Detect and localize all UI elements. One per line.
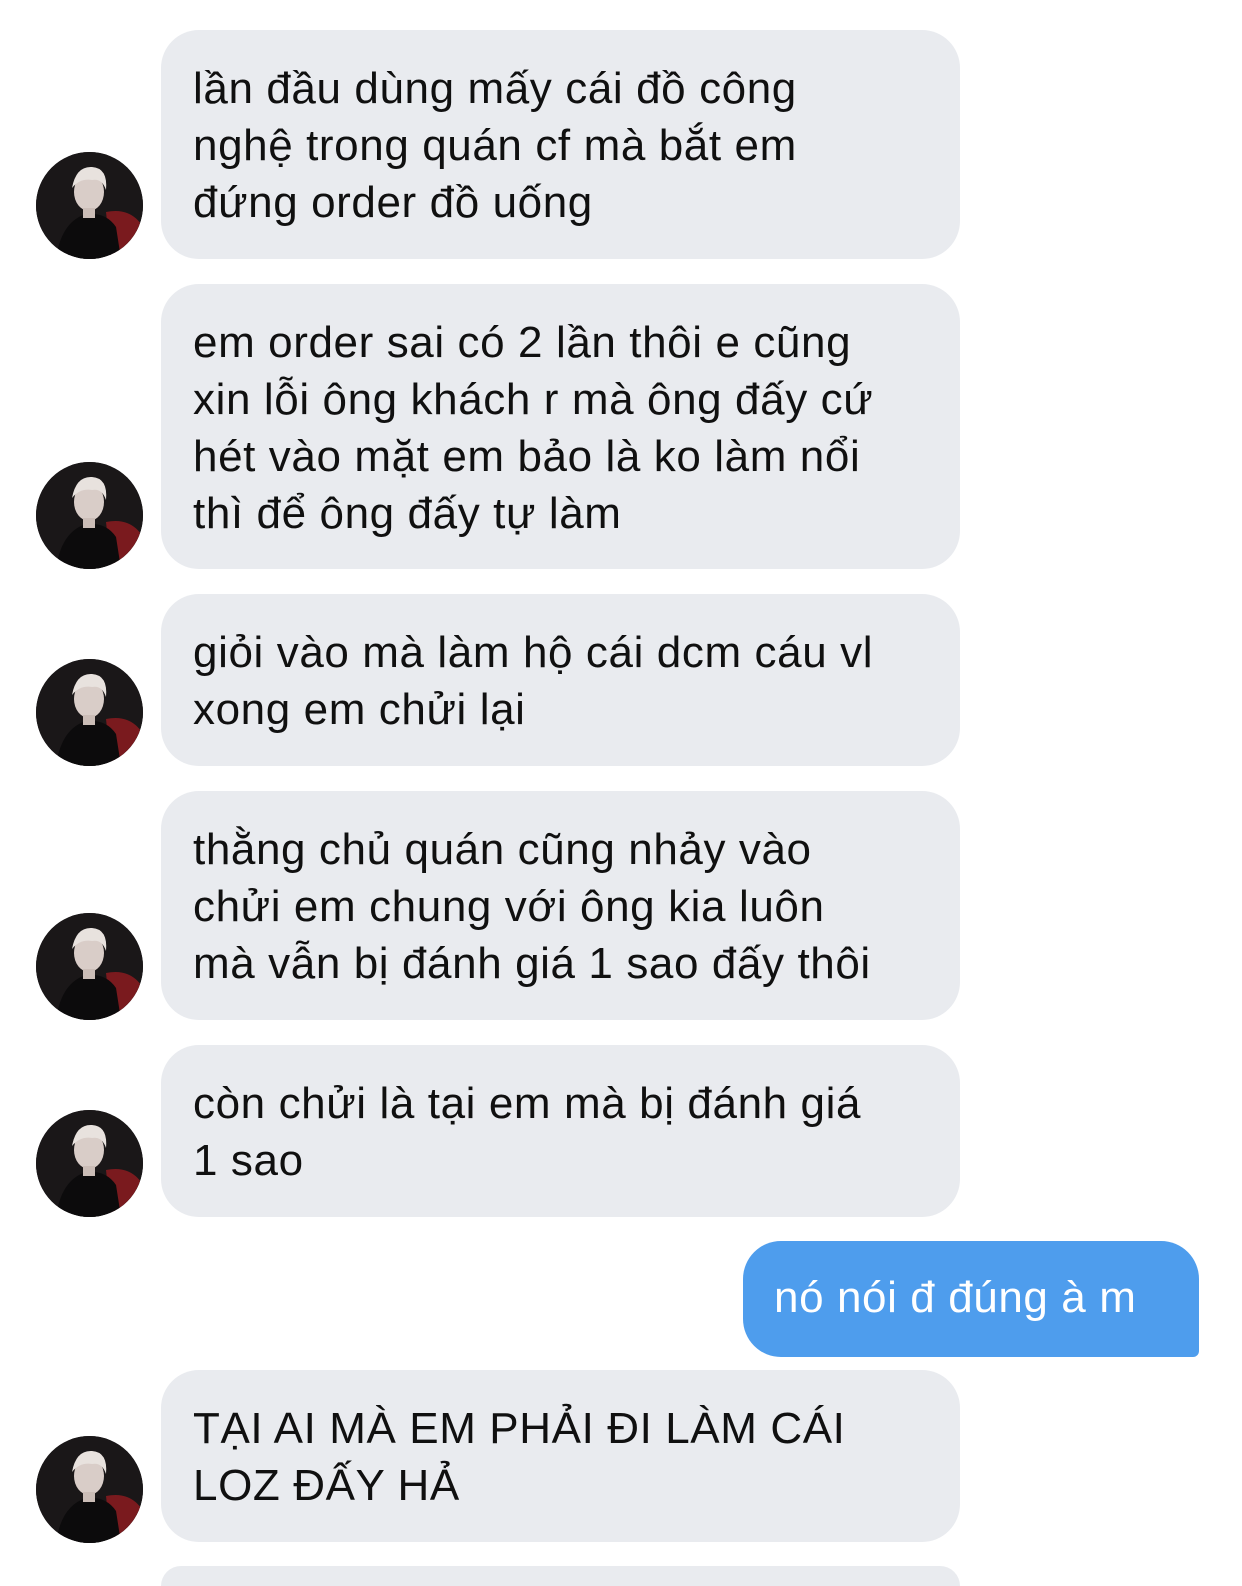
contact-avatar[interactable] xyxy=(36,1110,143,1217)
incoming-message-bubble[interactable]: em order sai có 2 lần thôi e cũng xin lỗ… xyxy=(161,284,960,569)
contact-avatar[interactable] xyxy=(36,1436,143,1543)
outgoing-message-bubble[interactable]: nó nói đ đúng à m xyxy=(743,1241,1199,1357)
incoming-message-bubble[interactable]: lần đầu dùng mấy cái đồ công nghệ trong … xyxy=(161,30,960,259)
avatar-photo-icon xyxy=(36,1110,143,1217)
incoming-message-bubble[interactable]: TẠI AI MÀ EM PHẢI ĐI LÀM CÁI LOZ ĐẤY HẢ xyxy=(161,1370,960,1542)
avatar-photo-icon xyxy=(36,913,143,1020)
avatar-photo-icon xyxy=(36,659,143,766)
incoming-message-bubble[interactable]: còn chửi là tại em mà bị đánh giá 1 sao xyxy=(161,1045,960,1217)
next-message-bubble-edge xyxy=(161,1566,960,1586)
incoming-message-bubble[interactable]: giỏi vào mà làm hộ cái dcm cáu vl xong e… xyxy=(161,594,960,766)
contact-avatar[interactable] xyxy=(36,152,143,259)
avatar-photo-icon xyxy=(36,1436,143,1543)
contact-avatar[interactable] xyxy=(36,913,143,1020)
avatar-photo-icon xyxy=(36,462,143,569)
contact-avatar[interactable] xyxy=(36,462,143,569)
avatar-photo-icon xyxy=(36,152,143,259)
contact-avatar[interactable] xyxy=(36,659,143,766)
incoming-message-bubble[interactable]: thằng chủ quán cũng nhảy vào chửi em chu… xyxy=(161,791,960,1020)
